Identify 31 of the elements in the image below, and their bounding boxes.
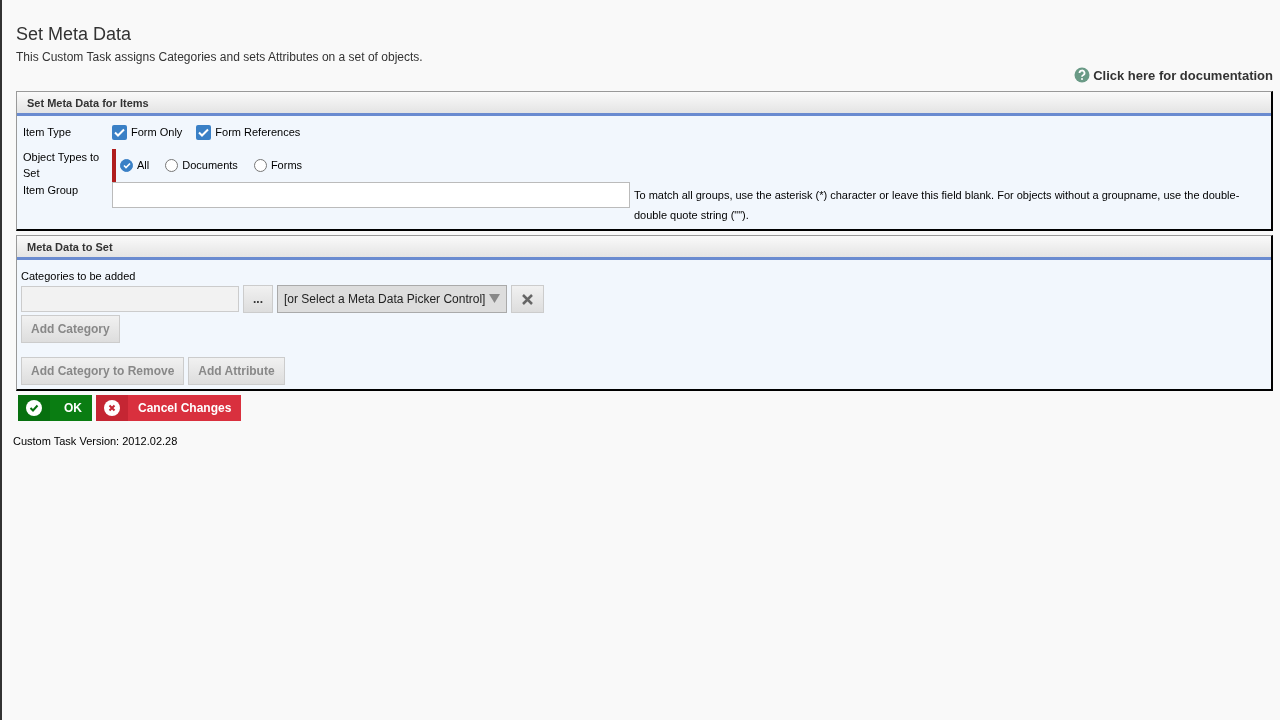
radio-option[interactable]: Forms: [253, 157, 303, 174]
close-icon: [522, 294, 534, 306]
field-label: Item Group: [23, 182, 80, 198]
check-icon: [26, 399, 42, 416]
category-input[interactable]: [21, 285, 239, 312]
check-icon: [114, 128, 125, 138]
field-hint: To match all groups, use the asterisk (*) character or leave this field blank. For objects without a groupname, use the double-double quote string ("").: [634, 187, 1241, 223]
help-icon: [1074, 67, 1091, 84]
version-text: Custom Task Version: 2012.02.28: [13, 433, 179, 449]
panel-header: Meta Data to Set: [17, 235, 1271, 261]
check-icon: [198, 128, 210, 138]
page-description: This Custom Task assigns Categories and sets Attributes on a set of objects.: [16, 48, 424, 66]
field-label: Categories to be added: [21, 269, 137, 285]
close-icon: [104, 399, 120, 416]
clear-button[interactable]: [511, 284, 545, 313]
checkbox-option[interactable]: Form References: [196, 124, 301, 141]
radio-option[interactable]: All: [120, 157, 150, 174]
browse-button[interactable]: ...: [243, 284, 273, 313]
ok-button[interactable]: OK: [18, 394, 92, 421]
cancel-button[interactable]: Cancel Changes: [96, 394, 242, 421]
picker-dropdown[interactable]: [or Select a Meta Data Picker Control]: [277, 284, 508, 313]
caret-icon: [489, 294, 501, 304]
field-label: Item Type: [23, 125, 73, 141]
field-label: Object Types to Set: [23, 149, 101, 182]
panel-header: Set Meta Data for Items: [17, 91, 1271, 117]
radio-option[interactable]: Documents: [165, 157, 238, 174]
page-title: Set Meta Data: [16, 24, 133, 46]
documentation-link[interactable]: Click here for documentation: [1074, 65, 1273, 86]
checkbox-option[interactable]: Form Only: [112, 124, 183, 141]
check-icon: [122, 161, 131, 169]
input-field[interactable]: [112, 181, 630, 208]
